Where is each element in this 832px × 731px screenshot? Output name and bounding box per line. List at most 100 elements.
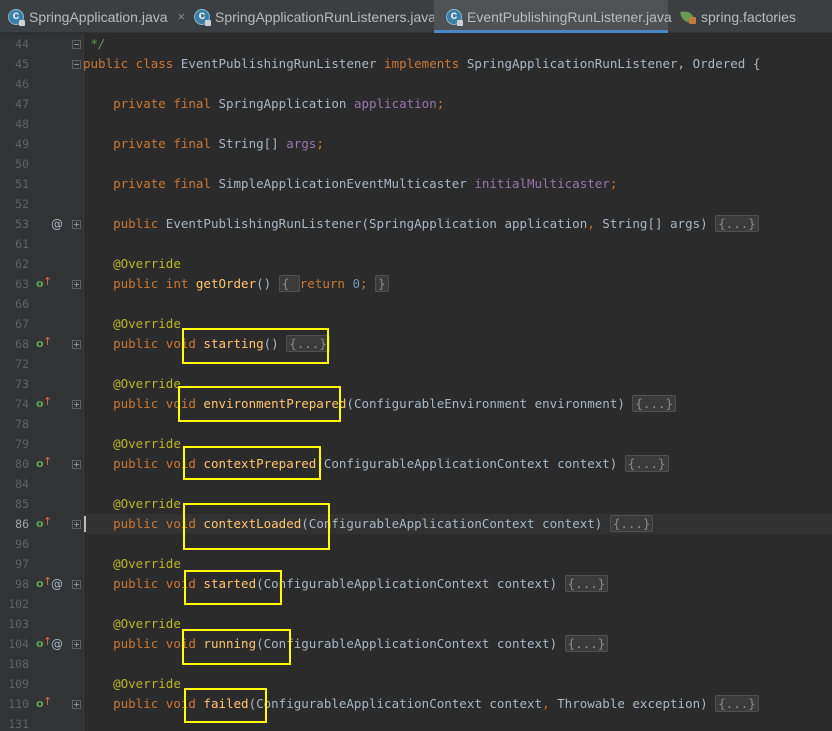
line-number[interactable]: 53 (0, 214, 29, 234)
code-line[interactable]: private final SpringApplication applicat… (83, 94, 444, 114)
line-number[interactable]: 48 (0, 114, 29, 134)
line-number[interactable]: 74 (0, 394, 29, 414)
implements-method-icon[interactable]: o (36, 394, 48, 414)
fold-expand-icon[interactable] (72, 340, 81, 349)
code-line[interactable]: public void failed(ConfigurableApplicati… (83, 694, 759, 714)
code-line[interactable]: public int getOrder() { return 0; } (83, 274, 389, 294)
fold-expand-icon[interactable] (72, 700, 81, 709)
code-editor[interactable]: 44 */ 45 public class EventPublishingRunLi… (0, 34, 832, 731)
line-number[interactable]: 109 (0, 674, 29, 694)
line-number[interactable]: 78 (0, 414, 29, 434)
folded-code-block[interactable]: {...} (624, 455, 669, 472)
line-number[interactable]: 79 (0, 434, 29, 454)
line-number[interactable]: 80 (0, 454, 29, 474)
annotation-marker-icon[interactable]: @ (51, 574, 63, 594)
fold-expand-icon[interactable] (72, 640, 81, 649)
line-number[interactable]: 61 (0, 234, 29, 254)
code-line[interactable]: @Override (83, 674, 181, 694)
code-line[interactable]: public void starting() {...} (83, 334, 330, 354)
line-number[interactable]: 44 (0, 34, 29, 54)
implements-method-icon[interactable]: o (36, 694, 48, 714)
line-number[interactable]: 46 (0, 74, 29, 94)
implements-method-icon[interactable]: o (36, 334, 48, 354)
fold-expand-icon[interactable] (72, 460, 81, 469)
tab-spring-application-run-listeners[interactable]: SpringApplicationRunListeners.java × (186, 0, 454, 33)
code-line[interactable]: private final String[] args; (83, 134, 324, 154)
line-number[interactable]: 84 (0, 474, 29, 494)
annotation-marker-icon[interactable]: @ (51, 214, 63, 234)
line-number[interactable]: 45 (0, 54, 29, 74)
fold-expand-icon[interactable] (72, 400, 81, 409)
implements-method-icon[interactable]: o (36, 574, 48, 594)
tab-event-publishing-run-listener[interactable]: EventPublishingRunListener.java × (434, 0, 689, 33)
annotation-marker-icon[interactable]: @ (51, 634, 63, 654)
line-number[interactable]: 49 (0, 134, 29, 154)
folded-code-block[interactable]: } (375, 275, 389, 292)
line-number[interactable]: 85 (0, 494, 29, 514)
code-line[interactable]: @Override (83, 494, 181, 514)
line-number[interactable]: 131 (0, 714, 29, 731)
implements-method-icon[interactable]: o (36, 634, 48, 654)
code-line[interactable]: public void environmentPrepared(Configur… (83, 394, 677, 414)
folded-code-block[interactable]: {...} (715, 695, 759, 712)
code-line[interactable]: public void contextPrepared(Configurable… (83, 454, 669, 474)
folded-code-block[interactable]: { (278, 275, 300, 292)
fold-collapse-icon[interactable] (72, 40, 81, 49)
tab-spring-application[interactable]: SpringApplication.java × (0, 0, 186, 33)
line-number[interactable]: 68 (0, 334, 29, 354)
code-token: public void (113, 696, 204, 711)
line-number[interactable]: 72 (0, 354, 29, 374)
code-token: contextLoaded (203, 516, 302, 531)
line-number[interactable]: 96 (0, 534, 29, 554)
code-line[interactable]: public EventPublishingRunListener(Spring… (83, 214, 759, 234)
close-icon[interactable]: × (178, 9, 186, 24)
code-line[interactable]: @Override (83, 374, 181, 394)
line-number[interactable]: 97 (0, 554, 29, 574)
folded-code-block[interactable]: {...} (715, 215, 759, 232)
line-number[interactable]: 104 (0, 634, 29, 654)
code-line[interactable]: public class EventPublishingRunListener … (83, 54, 760, 74)
line-number[interactable]: 62 (0, 254, 29, 274)
fold-expand-icon[interactable] (72, 520, 81, 529)
line-number[interactable]: 108 (0, 654, 29, 674)
implements-method-icon[interactable]: o (36, 454, 48, 474)
code-line[interactable]: @Override (83, 614, 181, 634)
folded-code-block[interactable]: {...} (286, 335, 330, 352)
implements-method-icon[interactable]: o (36, 274, 48, 294)
folded-code-block[interactable]: {...} (609, 515, 654, 532)
line-number[interactable]: 67 (0, 314, 29, 334)
line-number[interactable]: 103 (0, 614, 29, 634)
line-number[interactable]: 102 (0, 594, 29, 614)
code-line[interactable]: @Override (83, 554, 181, 574)
fold-collapse-icon[interactable] (72, 60, 81, 69)
fold-expand-icon[interactable] (72, 580, 81, 589)
code-line[interactable]: @Override (83, 434, 181, 454)
tab-spring-factories[interactable]: spring.factories (668, 0, 818, 33)
line-number[interactable]: 98 (0, 574, 29, 594)
line-number[interactable]: 66 (0, 294, 29, 314)
code-token: public int (113, 276, 196, 291)
folded-code-block[interactable]: {...} (632, 395, 677, 412)
code-line[interactable]: */ (83, 34, 106, 54)
code-line[interactable]: public void started(ConfigurableApplicat… (83, 574, 609, 594)
line-number[interactable]: 110 (0, 694, 29, 714)
line-number[interactable]: 73 (0, 374, 29, 394)
implements-method-icon[interactable]: o (36, 514, 48, 534)
line-number[interactable]: 51 (0, 174, 29, 194)
code-line[interactable]: private final SimpleApplicationEventMult… (83, 174, 617, 194)
fold-expand-icon[interactable] (72, 280, 81, 289)
folded-code-block[interactable]: {...} (564, 575, 609, 592)
line-number[interactable]: 52 (0, 194, 29, 214)
folded-code-block[interactable]: {...} (564, 635, 609, 652)
code-line[interactable]: @Override (83, 254, 181, 274)
code-line[interactable]: public void running(ConfigurableApplicat… (83, 634, 609, 654)
line-number[interactable]: 63 (0, 274, 29, 294)
code-line[interactable]: @Override (83, 314, 181, 334)
line-number[interactable]: 50 (0, 154, 29, 174)
fold-expand-icon[interactable] (72, 220, 81, 229)
line-number[interactable]: 47 (0, 94, 29, 114)
line-number[interactable]: 86 (0, 514, 29, 534)
code-line[interactable]: public void contextLoaded(ConfigurableAp… (83, 514, 654, 534)
